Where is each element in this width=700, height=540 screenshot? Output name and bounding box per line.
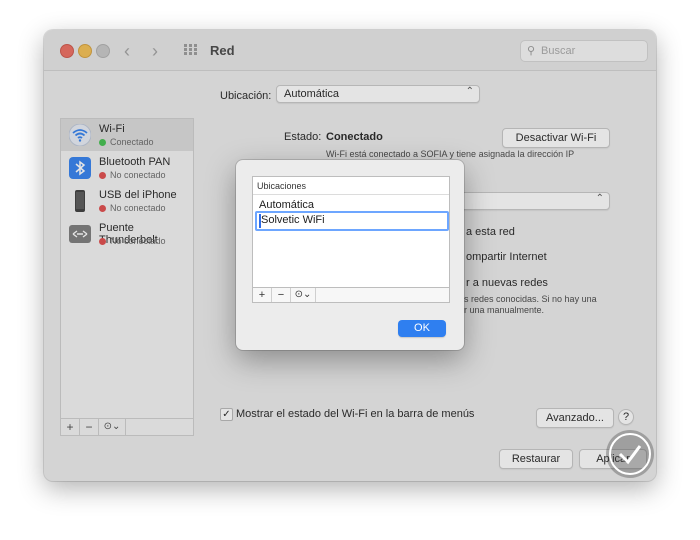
add-location-button[interactable]: + — [253, 288, 272, 302]
location-actions-button[interactable]: ⊙⌄ — [291, 288, 316, 302]
locations-list: Ubicaciones Automática Solvetic WiFi — [252, 176, 450, 302]
locations-header: Ubicaciones — [257, 181, 307, 191]
location-item-name-field[interactable]: Solvetic WiFi — [261, 214, 325, 226]
ok-button[interactable]: OK — [398, 320, 446, 337]
locations-toolbar: + − ⊙⌄ — [252, 287, 450, 303]
remove-location-button[interactable]: − — [272, 288, 291, 302]
location-item[interactable]: Automática — [259, 199, 314, 211]
watermark-icon — [609, 433, 651, 475]
locations-dialog: Ubicaciones Automática Solvetic WiFi + −… — [236, 160, 464, 350]
location-item-editing[interactable]: Solvetic WiFi — [255, 211, 449, 231]
watermark-logo — [606, 430, 654, 478]
header-divider — [253, 194, 449, 195]
